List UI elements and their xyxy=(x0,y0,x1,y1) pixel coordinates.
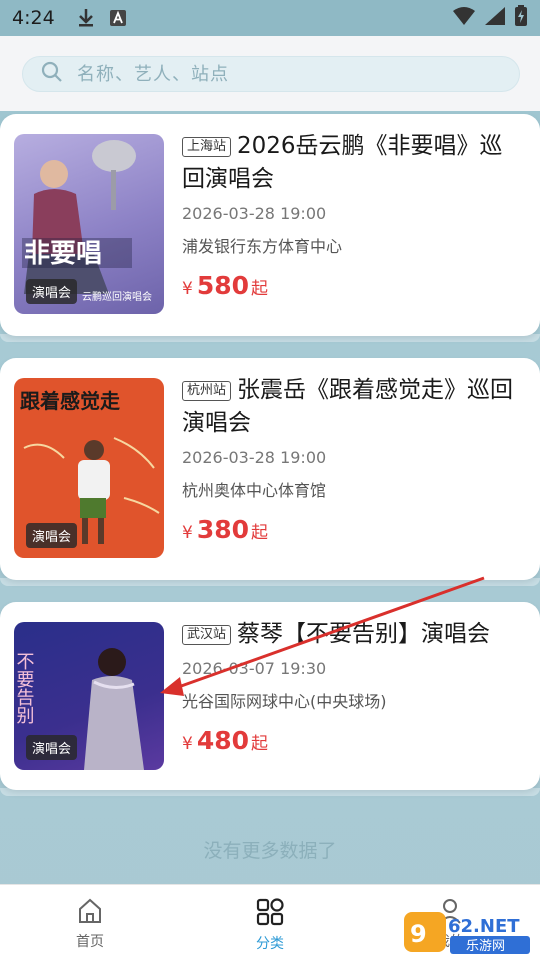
event-card[interactable]: 不要告别 演唱会 武汉站 蔡琴【不要告别】演唱会 2026-03-07 19:30… xyxy=(0,602,540,796)
search-icon xyxy=(41,61,63,87)
category-icon xyxy=(255,897,285,931)
nav-label: 分类 xyxy=(256,936,284,952)
svg-text:不要告别: 不要告别 xyxy=(14,652,35,725)
nav-item-category[interactable]: 分类 xyxy=(180,885,360,960)
category-tag: 演唱会 xyxy=(26,735,78,760)
event-title[interactable]: 上海站 2026岳云鹏《非要唱》巡回演唱会 xyxy=(182,130,524,196)
event-datetime: 2026-03-07 19:30 xyxy=(182,659,327,678)
event-card[interactable]: 跟着感觉走 演唱会 杭州站 张震岳《跟着感觉走》巡回演唱会 2026-03-28 … xyxy=(0,358,540,586)
signal-icon xyxy=(484,6,506,30)
event-datetime: 2026-03-28 19:00 xyxy=(182,204,327,223)
app-notification-icon xyxy=(107,7,129,29)
svg-text:云鹏巡回演唱会: 云鹏巡回演唱会 xyxy=(82,290,152,303)
event-price: ¥580 起 xyxy=(182,271,269,300)
event-poster[interactable]: 不要告别 演唱会 xyxy=(14,622,164,770)
wifi-icon xyxy=(452,6,476,30)
search-input[interactable] xyxy=(77,63,457,85)
watermark-logo: 9 62.NET 乐游网 xyxy=(404,912,530,954)
event-title[interactable]: 武汉站 蔡琴【不要告别】演唱会 xyxy=(182,618,524,651)
event-card[interactable]: 非要唱 云鹏巡回演唱会 演唱会 上海站 2026岳云鹏《非要唱》巡回演唱会 202… xyxy=(0,114,540,342)
station-badge: 武汉站 xyxy=(182,625,232,645)
search-bar[interactable] xyxy=(22,56,520,92)
search-header xyxy=(0,36,540,111)
download-icon xyxy=(75,7,97,29)
no-more-data-text: 没有更多数据了 xyxy=(203,840,337,862)
svg-text:乐游网: 乐游网 xyxy=(466,939,505,954)
nav-label: 首页 xyxy=(76,934,104,950)
home-icon xyxy=(76,897,104,929)
svg-text:跟着感觉走: 跟着感觉走 xyxy=(20,389,120,413)
event-price: ¥380 起 xyxy=(182,515,269,544)
svg-text:62.NET: 62.NET xyxy=(448,916,520,937)
category-tag: 演唱会 xyxy=(26,523,78,548)
battery-icon xyxy=(514,5,528,31)
event-venue: 浦发银行东方体育中心 xyxy=(182,237,343,256)
status-bar: 4:24 xyxy=(0,0,540,36)
event-price: ¥480 起 xyxy=(182,726,269,755)
station-badge: 上海站 xyxy=(182,137,232,157)
category-tag: 演唱会 xyxy=(26,279,78,304)
event-venue: 杭州奥体中心体育馆 xyxy=(182,481,327,500)
event-poster[interactable]: 非要唱 云鹏巡回演唱会 演唱会 xyxy=(14,134,164,314)
svg-text:9: 9 xyxy=(410,920,427,948)
event-poster[interactable]: 跟着感觉走 演唱会 xyxy=(14,378,164,558)
status-time: 4:24 xyxy=(12,7,55,29)
nav-item-home[interactable]: 首页 xyxy=(0,885,180,960)
event-datetime: 2026-03-28 19:00 xyxy=(182,448,327,467)
event-venue: 光谷国际网球中心(中央球场) xyxy=(182,692,387,711)
event-title[interactable]: 杭州站 张震岳《跟着感觉走》巡回演唱会 xyxy=(182,374,524,440)
svg-text:非要唱: 非要唱 xyxy=(24,239,102,269)
station-badge: 杭州站 xyxy=(182,381,232,401)
